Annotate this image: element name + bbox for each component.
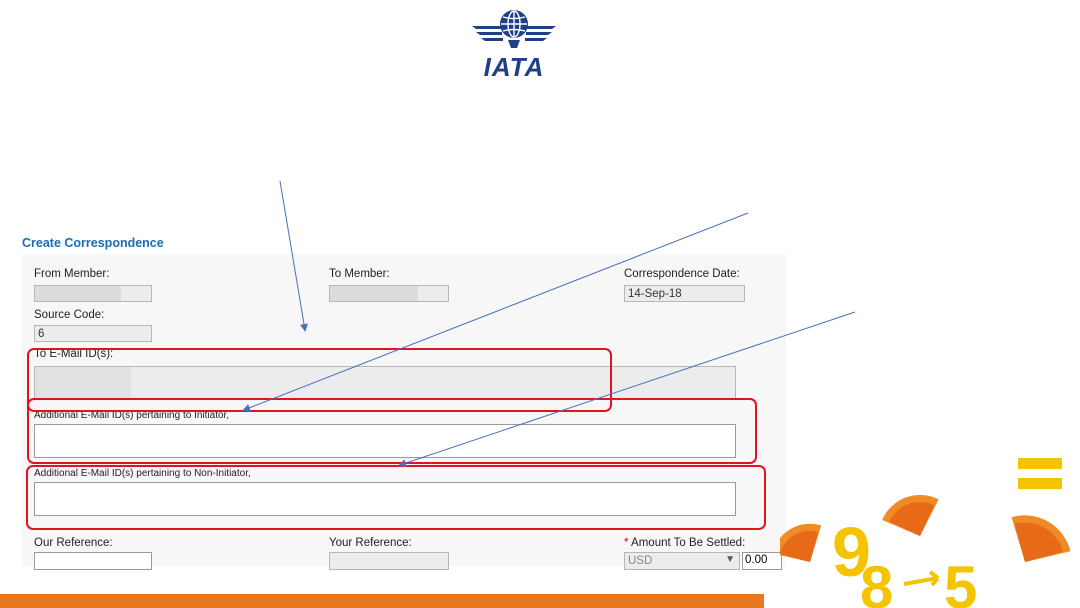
decorative-graphic: 9 8 5: [780, 458, 1071, 608]
arrow-initiator: [242, 212, 749, 412]
equals-bottom: [1018, 478, 1062, 489]
fan-icon: [780, 523, 822, 562]
fan-icon: [882, 494, 939, 536]
glyph-8: 8: [860, 554, 893, 608]
equals-top: [1018, 458, 1062, 469]
arrow-to-email: [279, 180, 308, 332]
footer-bar: [0, 594, 764, 608]
glyph-5: 5: [944, 554, 977, 608]
arrow-non-initiator: [398, 311, 856, 467]
fan-icon: [1011, 515, 1071, 562]
